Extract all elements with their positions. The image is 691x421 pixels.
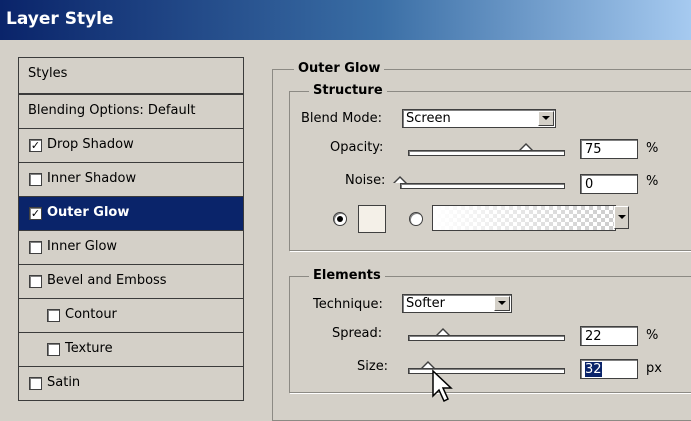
styles-header[interactable]: Styles — [18, 57, 244, 95]
noise-slider[interactable] — [400, 183, 565, 189]
gradient-radio[interactable] — [409, 212, 423, 226]
style-item-outer-glow[interactable]: ✓ Outer Glow — [18, 197, 244, 231]
size-input[interactable]: 32 — [580, 359, 638, 379]
style-item-inner-glow[interactable]: Inner Glow — [18, 231, 244, 265]
gradient-dropdown-arrow[interactable] — [614, 206, 629, 229]
satin-checkbox[interactable] — [29, 377, 42, 390]
noise-value: 0 — [585, 177, 594, 192]
elements-title: Elements — [309, 268, 385, 283]
blending-options-label: Blending Options: Default — [28, 103, 196, 118]
style-item-label: Bevel and Emboss — [47, 273, 167, 288]
noise-input[interactable]: 0 — [580, 174, 638, 194]
opacity-unit: % — [646, 141, 659, 156]
spread-value: 22 — [585, 329, 602, 344]
noise-label: Noise: — [345, 173, 386, 188]
technique-select[interactable]: Softer — [402, 294, 512, 313]
glow-color-swatch[interactable] — [358, 205, 386, 233]
style-item-label: Outer Glow — [47, 205, 130, 220]
size-value: 32 — [585, 362, 602, 377]
contour-checkbox[interactable] — [47, 309, 60, 322]
spread-unit: % — [646, 328, 659, 343]
glow-gradient-picker[interactable] — [432, 205, 616, 231]
blending-options-item[interactable]: Blending Options: Default — [18, 95, 244, 129]
outer-glow-checkbox[interactable]: ✓ — [29, 207, 42, 220]
inner-glow-checkbox[interactable] — [29, 241, 42, 254]
bevel-emboss-checkbox[interactable] — [29, 275, 42, 288]
style-item-label: Inner Shadow — [47, 171, 137, 186]
spread-label: Spread: — [332, 326, 383, 341]
style-item-label: Drop Shadow — [47, 137, 134, 152]
size-label: Size: — [357, 359, 389, 374]
style-item-contour[interactable]: Contour — [18, 299, 244, 333]
opacity-value: 75 — [585, 142, 602, 157]
noise-unit: % — [646, 174, 659, 189]
spread-slider[interactable] — [408, 335, 565, 341]
styles-header-label: Styles — [28, 66, 68, 81]
opacity-input[interactable]: 75 — [580, 139, 638, 159]
blend-mode-select[interactable]: Screen — [402, 109, 556, 128]
style-item-satin[interactable]: Satin — [18, 367, 244, 401]
blend-mode-value: Screen — [406, 111, 451, 126]
style-item-texture[interactable]: Texture — [18, 333, 244, 367]
styles-panel: Styles Blending Options: Default ✓ Drop … — [18, 57, 244, 417]
style-item-label: Texture — [65, 341, 113, 356]
style-item-bevel-emboss[interactable]: Bevel and Emboss — [18, 265, 244, 299]
drop-shadow-checkbox[interactable]: ✓ — [29, 139, 42, 152]
style-item-label: Inner Glow — [47, 239, 118, 254]
spread-input[interactable]: 22 — [580, 326, 638, 346]
opacity-label: Opacity: — [330, 140, 384, 155]
style-item-drop-shadow[interactable]: ✓ Drop Shadow — [18, 129, 244, 163]
color-radio[interactable] — [333, 212, 347, 226]
texture-checkbox[interactable] — [47, 343, 60, 356]
window-title: Layer Style — [6, 9, 114, 29]
technique-value: Softer — [406, 296, 445, 311]
chevron-down-icon[interactable] — [538, 111, 554, 126]
technique-label: Technique: — [313, 297, 383, 312]
chevron-down-icon[interactable] — [494, 296, 510, 311]
inner-shadow-checkbox[interactable] — [29, 173, 42, 186]
outer-glow-title: Outer Glow — [294, 61, 385, 76]
blend-mode-label: Blend Mode: — [301, 111, 382, 126]
style-item-label: Contour — [65, 307, 117, 322]
opacity-slider[interactable] — [408, 150, 565, 156]
title-bar: Layer Style — [0, 0, 691, 40]
arrow-pointer-icon — [432, 369, 453, 403]
style-item-label: Satin — [47, 375, 81, 390]
size-unit: px — [646, 361, 662, 376]
structure-title: Structure — [309, 83, 387, 98]
style-item-inner-shadow[interactable]: Inner Shadow — [18, 163, 244, 197]
